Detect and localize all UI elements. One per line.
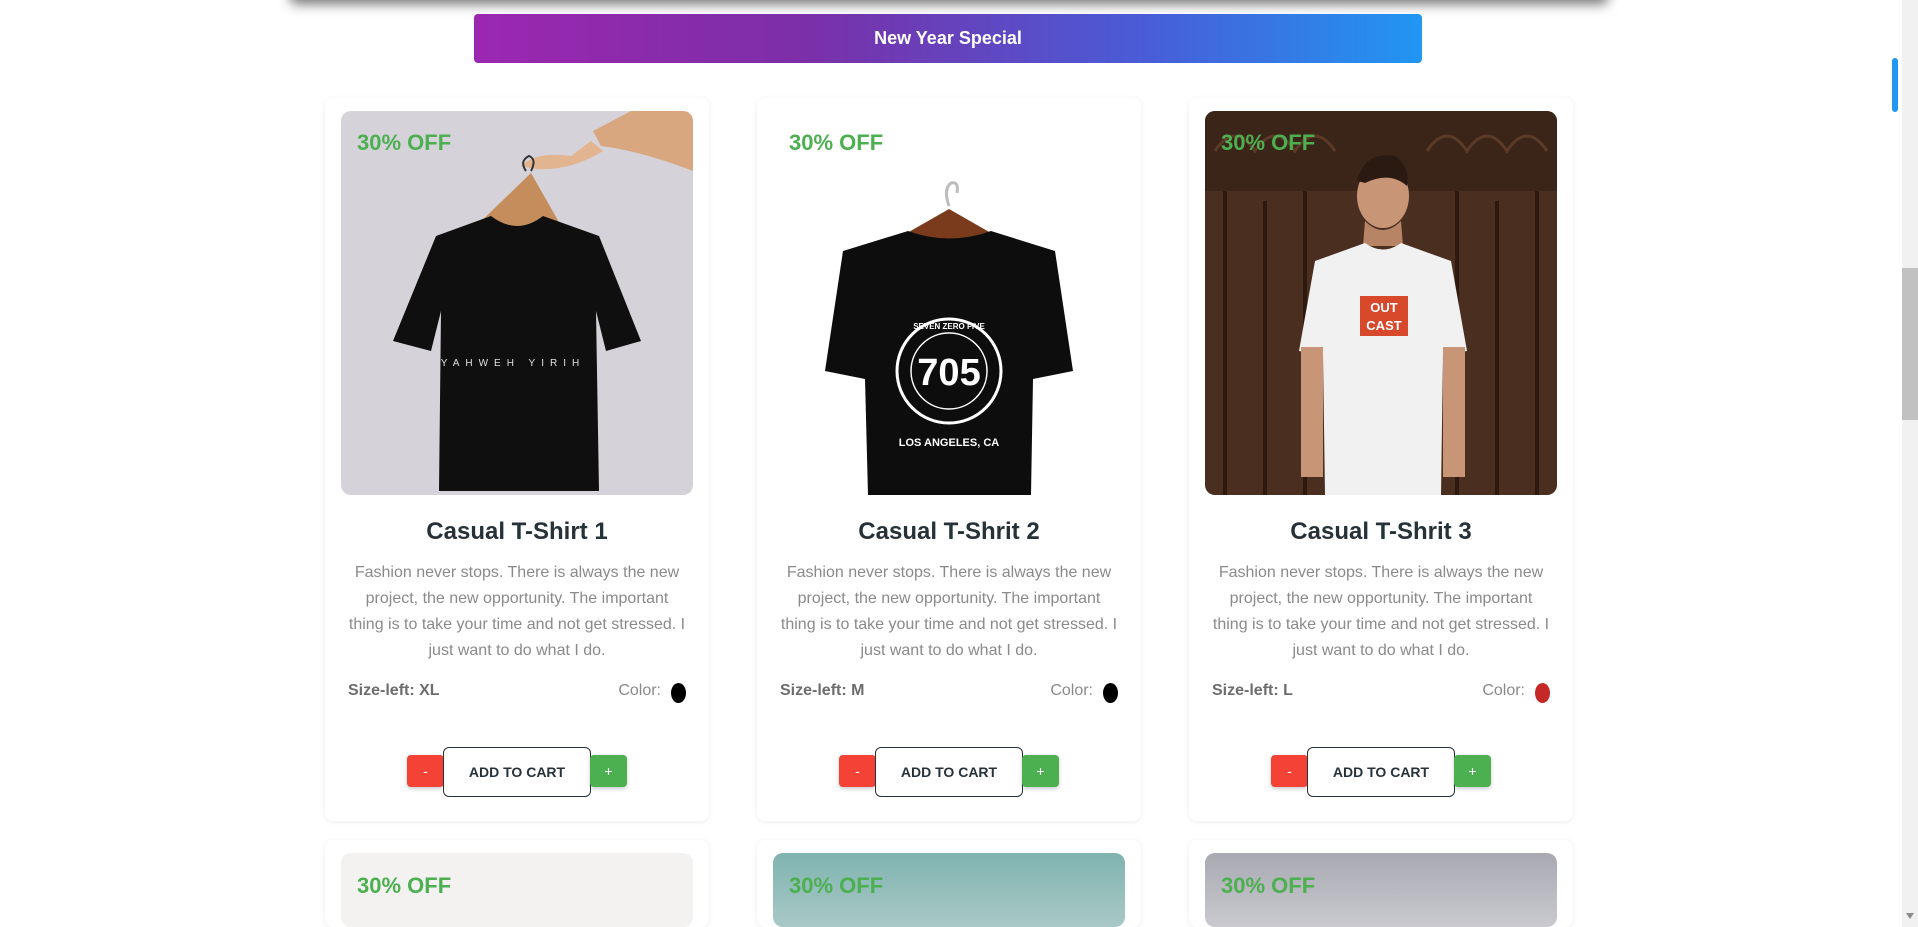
shirt-print-ring: SEVEN ZERO FIVE: [913, 322, 985, 331]
increase-quantity-button[interactable]: +: [1022, 755, 1059, 787]
size-left: Size-left: M: [780, 682, 865, 699]
product-image-3[interactable]: OUT CAST: [1205, 111, 1557, 495]
increase-quantity-button[interactable]: +: [1454, 755, 1491, 787]
product-card-1: YAHWEH YIRIH 30% OFF Casual T-Shirt 1 Fa…: [325, 98, 709, 821]
discount-badge: 30% OFF: [357, 873, 452, 898]
product-title: Casual T-Shrit 2: [858, 518, 1040, 545]
scroll-down-arrow-icon[interactable]: [1906, 913, 1914, 919]
banner-label: New Year Special: [874, 28, 1022, 48]
discount-badge: 30% OFF: [357, 130, 452, 155]
side-indicator: [1892, 58, 1898, 112]
discount-badge: 30% OFF: [789, 873, 884, 898]
decrease-quantity-button[interactable]: -: [839, 755, 876, 787]
product-title: Casual T-Shirt 1: [426, 518, 608, 545]
color-swatch[interactable]: [1103, 683, 1118, 703]
product-description: Fashion never stops. There is always the…: [1212, 564, 1550, 659]
scrollbar-track[interactable]: [1902, 0, 1918, 927]
scrollbar-thumb[interactable]: [1902, 268, 1918, 420]
shirt-print-sub: LOS ANGELES, CA: [899, 437, 999, 449]
decrease-quantity-button[interactable]: -: [1271, 755, 1308, 787]
color-swatch[interactable]: [1535, 683, 1550, 703]
product-card-3: OUT CAST 30% OFF Casual T-Shrit 3 Fashio…: [1189, 98, 1573, 821]
color-label: Color:: [1050, 682, 1093, 699]
color-swatch[interactable]: [671, 683, 686, 703]
product-card-2: 705 SEVEN ZERO FIVE LOS ANGELES, CA 30% …: [757, 98, 1141, 821]
discount-badge: 30% OFF: [1221, 873, 1316, 898]
add-to-cart-button[interactable]: ADD TO CART: [443, 747, 591, 797]
color-label: Color:: [618, 682, 661, 699]
product-image-2[interactable]: 705 SEVEN ZERO FIVE LOS ANGELES, CA: [773, 111, 1125, 495]
product-card-6: 30% OFF: [1189, 840, 1573, 927]
shirt-print-text: YAHWEH YIRIH: [441, 358, 585, 369]
decrease-quantity-button[interactable]: -: [407, 755, 444, 787]
product-card-4: 30% OFF: [325, 840, 709, 927]
product-card-5: 30% OFF: [757, 840, 1141, 927]
product-image-1[interactable]: YAHWEH YIRIH: [341, 111, 693, 495]
size-left: Size-left: XL: [348, 682, 440, 699]
size-left: Size-left: L: [1212, 682, 1293, 699]
color-label: Color:: [1482, 682, 1525, 699]
product-description: Fashion never stops. There is always the…: [780, 564, 1118, 659]
add-to-cart-button[interactable]: ADD TO CART: [875, 747, 1023, 797]
product-description: Fashion never stops. There is always the…: [348, 564, 686, 659]
shirt-print-line1: OUT: [1370, 300, 1398, 315]
discount-badge: 30% OFF: [789, 130, 884, 155]
shirt-print-line2: CAST: [1366, 318, 1401, 333]
product-title: Casual T-Shrit 3: [1290, 518, 1472, 545]
new-year-special-banner[interactable]: New Year Special: [474, 14, 1422, 63]
increase-quantity-button[interactable]: +: [590, 755, 627, 787]
shirt-print-big: 705: [917, 352, 980, 394]
add-to-cart-button[interactable]: ADD TO CART: [1307, 747, 1455, 797]
discount-badge: 30% OFF: [1221, 130, 1316, 155]
